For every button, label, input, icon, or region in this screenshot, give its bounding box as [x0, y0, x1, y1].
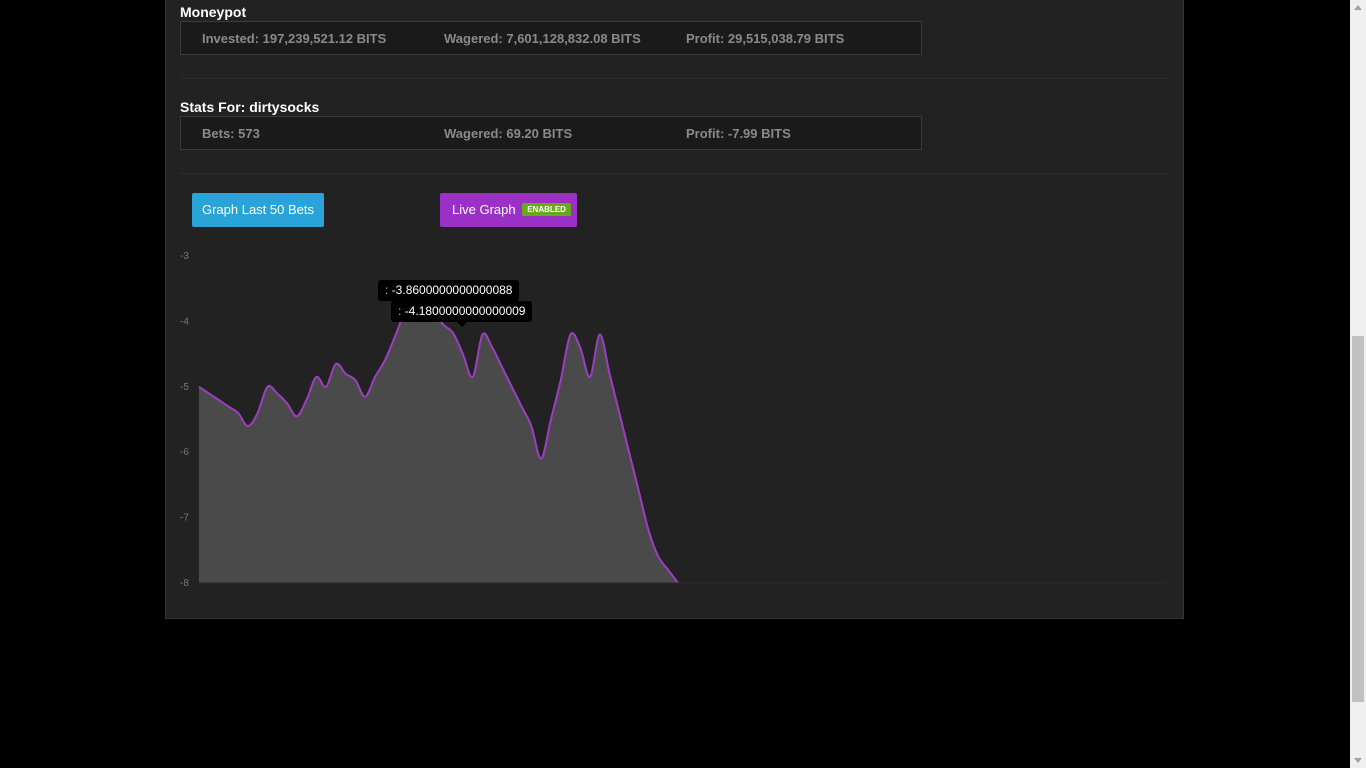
y-tick-label: -4 [180, 316, 189, 327]
y-tick-label: -8 [180, 578, 189, 589]
scroll-thumb[interactable] [1352, 336, 1364, 702]
y-tick-label: -5 [180, 382, 189, 393]
y-tick-label: -6 [180, 447, 189, 458]
chart-tooltip: : -4.1800000000000009 [391, 301, 533, 327]
y-tick-label: -7 [180, 513, 189, 524]
vertical-scrollbar[interactable] [1350, 0, 1366, 768]
stats-panel: Moneypot Invested: 197,239,521.12 BITS W… [165, 0, 1184, 619]
chart-tooltip: : -3.8600000000000088 [378, 280, 520, 301]
scroll-up-icon[interactable] [1354, 5, 1362, 10]
profit-chart: -3 -4 -5 -6 -7 -8 [180, 251, 1166, 589]
y-tick-label: -3 [180, 251, 189, 262]
scroll-down-icon[interactable] [1354, 758, 1362, 763]
